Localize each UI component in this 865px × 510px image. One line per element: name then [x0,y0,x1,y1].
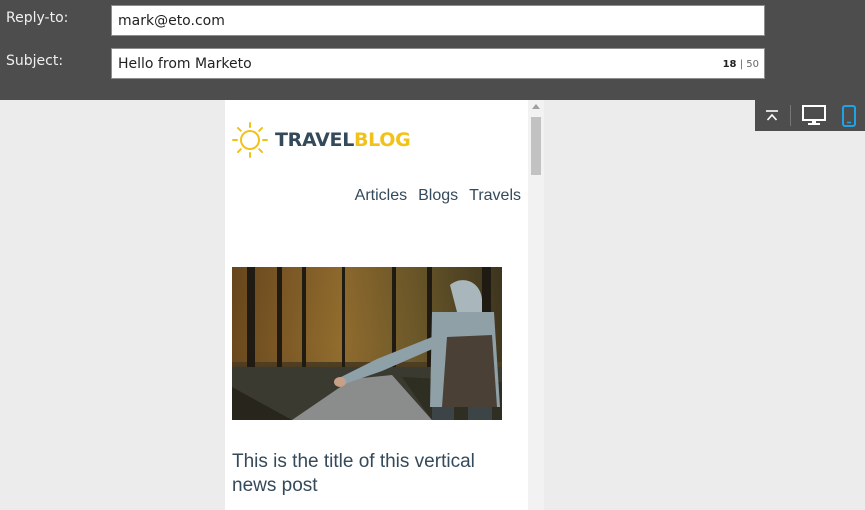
scroll-up-arrow-icon[interactable] [532,104,540,109]
nav-articles[interactable]: Articles [355,187,407,205]
desktop-icon [802,105,826,125]
subject-label: Subject: [6,53,64,69]
toolbar-divider [790,105,791,126]
collapse-top-icon [766,109,778,121]
subject-field[interactable]: Hello from Marketo 18 | 50 [111,48,765,79]
subject-char-counter: 18 | 50 [723,59,759,70]
hero-photo-hitchhiker [232,267,502,420]
travelblog-logo[interactable]: TRAVELBLOG [231,120,411,160]
logo-text-blog: BLOG [354,129,411,151]
subject-value: Hello from Marketo [118,56,252,72]
scroll-thumb[interactable] [531,117,541,175]
sun-icon [232,122,268,158]
desktop-view-button[interactable] [801,100,827,131]
nav-travels[interactable]: Travels [469,187,521,205]
email-preview-frame: TRAVELBLOG Articles Blogs Travels This i… [225,100,528,510]
logo-text-travel: TRAVEL [275,129,354,151]
collapse-header-button[interactable] [763,100,781,131]
subject-char-max: 50 [746,59,759,70]
email-nav: Articles Blogs Travels [355,187,521,205]
reply-to-value: mark@eto.com [118,13,225,29]
mobile-view-button[interactable] [839,100,859,131]
mobile-icon [842,104,856,127]
reply-to-label: Reply-to: [6,10,69,26]
preview-scrollbar[interactable] [528,100,544,510]
reply-to-field[interactable]: mark@eto.com [111,5,765,36]
nav-blogs[interactable]: Blogs [418,187,458,205]
logo-text: TRAVELBLOG [275,129,411,151]
device-toggle-bar [755,100,865,131]
post-title[interactable]: This is the title of this vertical news … [232,450,522,498]
email-header-panel: Reply-to: mark@eto.com Subject: Hello fr… [0,0,865,100]
counter-separator: | [739,59,744,70]
subject-char-count: 18 [722,59,737,70]
